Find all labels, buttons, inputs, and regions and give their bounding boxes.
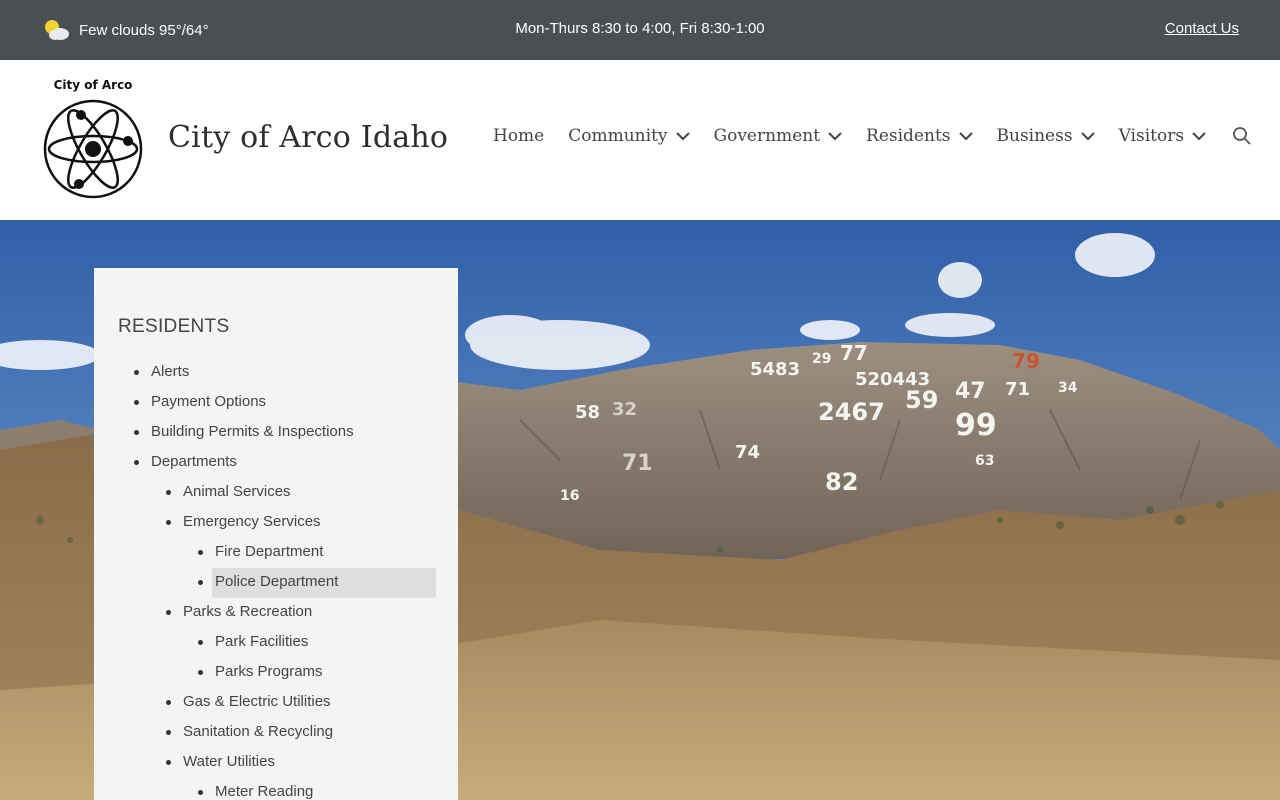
sidebar-item-label: Payment Options (151, 393, 267, 410)
hill-number: 63 (975, 453, 994, 469)
hill-number: 29 (812, 351, 831, 367)
office-hours: Mon-Thurs 8:30 to 4:00, Fri 8:30-1:00 (515, 20, 765, 37)
sidebar-item-label: Police Department (215, 573, 339, 590)
hill-number: 16 (560, 488, 579, 504)
logo-caption: City of Arco (53, 78, 133, 92)
site-header: City of Arco City of Arco Idaho Home Com… (0, 60, 1280, 220)
sidebar-item-label: Animal Services (183, 483, 291, 500)
sidebar-item-animal-services[interactable]: Animal Services (118, 477, 436, 507)
sidebar-item-police-department[interactable]: Police Department (118, 567, 436, 598)
nav-government[interactable]: Government (714, 126, 843, 146)
hill-number: 5483 (750, 359, 800, 380)
main-nav: Home Community Government Residents Busi… (493, 126, 1252, 146)
hill-number: 34 (1058, 380, 1078, 396)
hill-number: 82 (825, 468, 858, 496)
nav-business-label: Business (996, 126, 1073, 146)
sidebar-item-gas-electric[interactable]: Gas & Electric Utilities (118, 687, 436, 717)
search-icon[interactable] (1232, 126, 1252, 146)
city-logo[interactable]: City of Arco (40, 78, 146, 202)
sidebar-item-label: Emergency Services (183, 513, 321, 530)
nav-residents-label: Residents (866, 126, 951, 146)
sidebar-item-label: Water Utilities (183, 753, 275, 770)
sidebar-item-fire-department[interactable]: Fire Department (118, 537, 436, 567)
sidebar-item-payment-options[interactable]: Payment Options (118, 387, 436, 417)
sidebar-item-parks-recreation[interactable]: Parks & Recreation (118, 597, 436, 627)
sidebar-item-alerts[interactable]: Alerts (118, 357, 436, 387)
nav-community[interactable]: Community (568, 126, 690, 146)
sidebar-item-label: Departments (151, 453, 237, 470)
sidebar-item-label: Parks & Recreation (183, 603, 313, 620)
nav-business[interactable]: Business (997, 126, 1095, 146)
sidebar-item-label: Gas & Electric Utilities (183, 693, 331, 710)
contact-us-link[interactable]: Contact Us (1165, 20, 1239, 37)
sidebar-item-label: Meter Reading (215, 783, 314, 800)
sidebar-item-label: Sanitation & Recycling (183, 723, 334, 740)
nav-residents[interactable]: Residents (866, 126, 973, 146)
sidebar-item-emergency-services[interactable]: Emergency Services (118, 507, 436, 537)
hill-number: 71 (1005, 379, 1030, 400)
hill-number: 79 (1012, 349, 1040, 373)
sidebar-menu: Alerts Payment Options Building Permits … (118, 357, 436, 800)
sidebar-item-building-permits[interactable]: Building Permits & Inspections (118, 417, 436, 447)
top-info-bar: Few clouds 95°/64° Mon-Thurs 8:30 to 4:0… (0, 0, 1280, 60)
sidebar-item-label: Fire Department (215, 543, 324, 560)
hill-number: 71 (622, 451, 653, 476)
hill-number: 58 (575, 402, 600, 423)
nav-home-label: Home (493, 126, 545, 146)
hill-number: 77 (840, 341, 868, 365)
hill-number: 2467 (818, 398, 885, 426)
site-title[interactable]: City of Arco Idaho (168, 120, 448, 155)
sidebar-item-park-facilities[interactable]: Park Facilities (118, 627, 436, 657)
sidebar-item-departments[interactable]: Departments (118, 447, 436, 477)
sidebar-item-label: Park Facilities (215, 633, 309, 650)
sidebar-item-meter-reading[interactable]: Meter Reading (118, 777, 436, 800)
sidebar-item-water-utilities[interactable]: Water Utilities (118, 747, 436, 777)
hill-number: 47 (955, 379, 986, 404)
sidebar-item-label: Alerts (151, 363, 190, 380)
nav-home[interactable]: Home (493, 126, 544, 146)
sidebar-item-parks-programs[interactable]: Parks Programs (118, 657, 436, 687)
atom-logo-icon (43, 99, 143, 199)
hill-number: 99 (955, 408, 997, 443)
nav-government-label: Government (713, 126, 821, 146)
sidebar-item-label: Building Permits & Inspections (151, 423, 354, 440)
sidebar-heading: RESIDENTS (118, 316, 230, 337)
nav-visitors[interactable]: Visitors (1119, 126, 1207, 146)
nav-visitors-label: Visitors (1118, 126, 1185, 146)
sidebar-item-sanitation[interactable]: Sanitation & Recycling (118, 717, 436, 747)
hill-number: 74 (735, 442, 760, 463)
chevron-down-icon (828, 132, 842, 141)
chevron-down-icon (675, 132, 690, 141)
chevron-down-icon (1192, 132, 1206, 141)
hill-number: 32 (612, 399, 637, 420)
hill-number: 59 (905, 386, 938, 414)
nav-community-label: Community (568, 126, 668, 146)
chevron-down-icon (1080, 132, 1095, 141)
chevron-down-icon (958, 132, 973, 141)
sidebar-item-label: Parks Programs (215, 663, 323, 680)
residents-sidebar: RESIDENTS Alerts Payment Options Buildin… (94, 268, 458, 800)
